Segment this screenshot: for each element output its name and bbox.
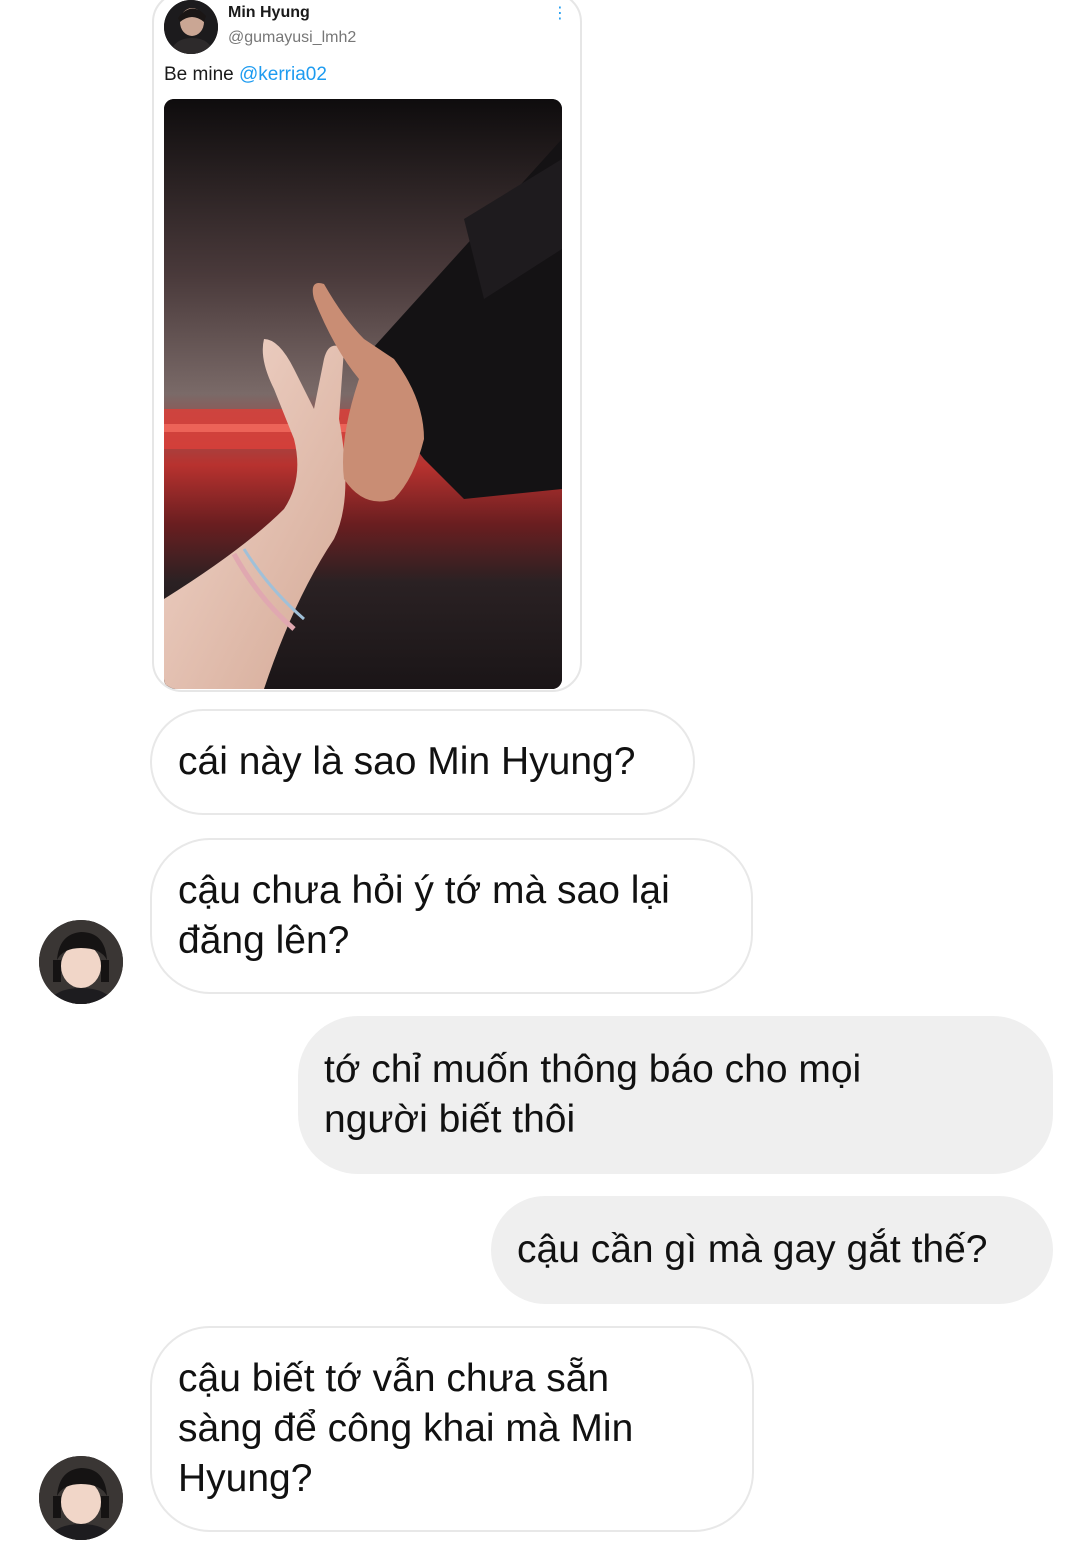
contact-avatar[interactable]: [39, 1456, 123, 1540]
tweet-text-body: Be mine: [164, 64, 239, 85]
message-text: tớ chỉ muốn thông báo cho mọi người biết…: [324, 1048, 862, 1141]
message-bubble-sent[interactable]: tớ chỉ muốn thông báo cho mọi người biết…: [298, 1016, 1053, 1174]
more-vertical-icon[interactable]: ⋮: [552, 4, 568, 24]
tweet-author-avatar[interactable]: [164, 0, 218, 54]
message-text: cậu chưa hỏi ý tớ mà sao lại đăng lên?: [178, 869, 670, 962]
tweet-photo: [164, 99, 562, 689]
message-text: cậu biết tớ vẫn chưa sẵn sàng để công kh…: [178, 1357, 634, 1500]
avatar-photo: [39, 1456, 123, 1540]
message-bubble-received[interactable]: cậu biết tớ vẫn chưa sẵn sàng để công kh…: [150, 1326, 754, 1532]
tweet-author-name[interactable]: Min Hyung: [228, 4, 310, 22]
message-bubble-received[interactable]: cái này là sao Min Hyung?: [150, 709, 695, 815]
tweet-mention-link[interactable]: @kerria02: [239, 64, 327, 85]
message-text: cái này là sao Min Hyung?: [178, 740, 636, 783]
tweet-text: Be mine @kerria02: [164, 64, 327, 86]
avatar-photo: [39, 920, 123, 1004]
message-bubble-sent[interactable]: cậu cần gì mà gay gắt thế?: [491, 1196, 1053, 1304]
tweet-author-handle[interactable]: @gumayusi_lmh2: [228, 29, 356, 47]
message-text: cậu cần gì mà gay gắt thế?: [517, 1228, 988, 1271]
avatar-photo: [164, 0, 218, 54]
shared-tweet-card[interactable]: Min Hyung @gumayusi_lmh2 ⋮ Be mine @kerr…: [152, 0, 582, 692]
message-bubble-received[interactable]: cậu chưa hỏi ý tớ mà sao lại đăng lên?: [150, 838, 753, 994]
contact-avatar[interactable]: [39, 920, 123, 1004]
tweet-media-image[interactable]: [164, 99, 562, 689]
